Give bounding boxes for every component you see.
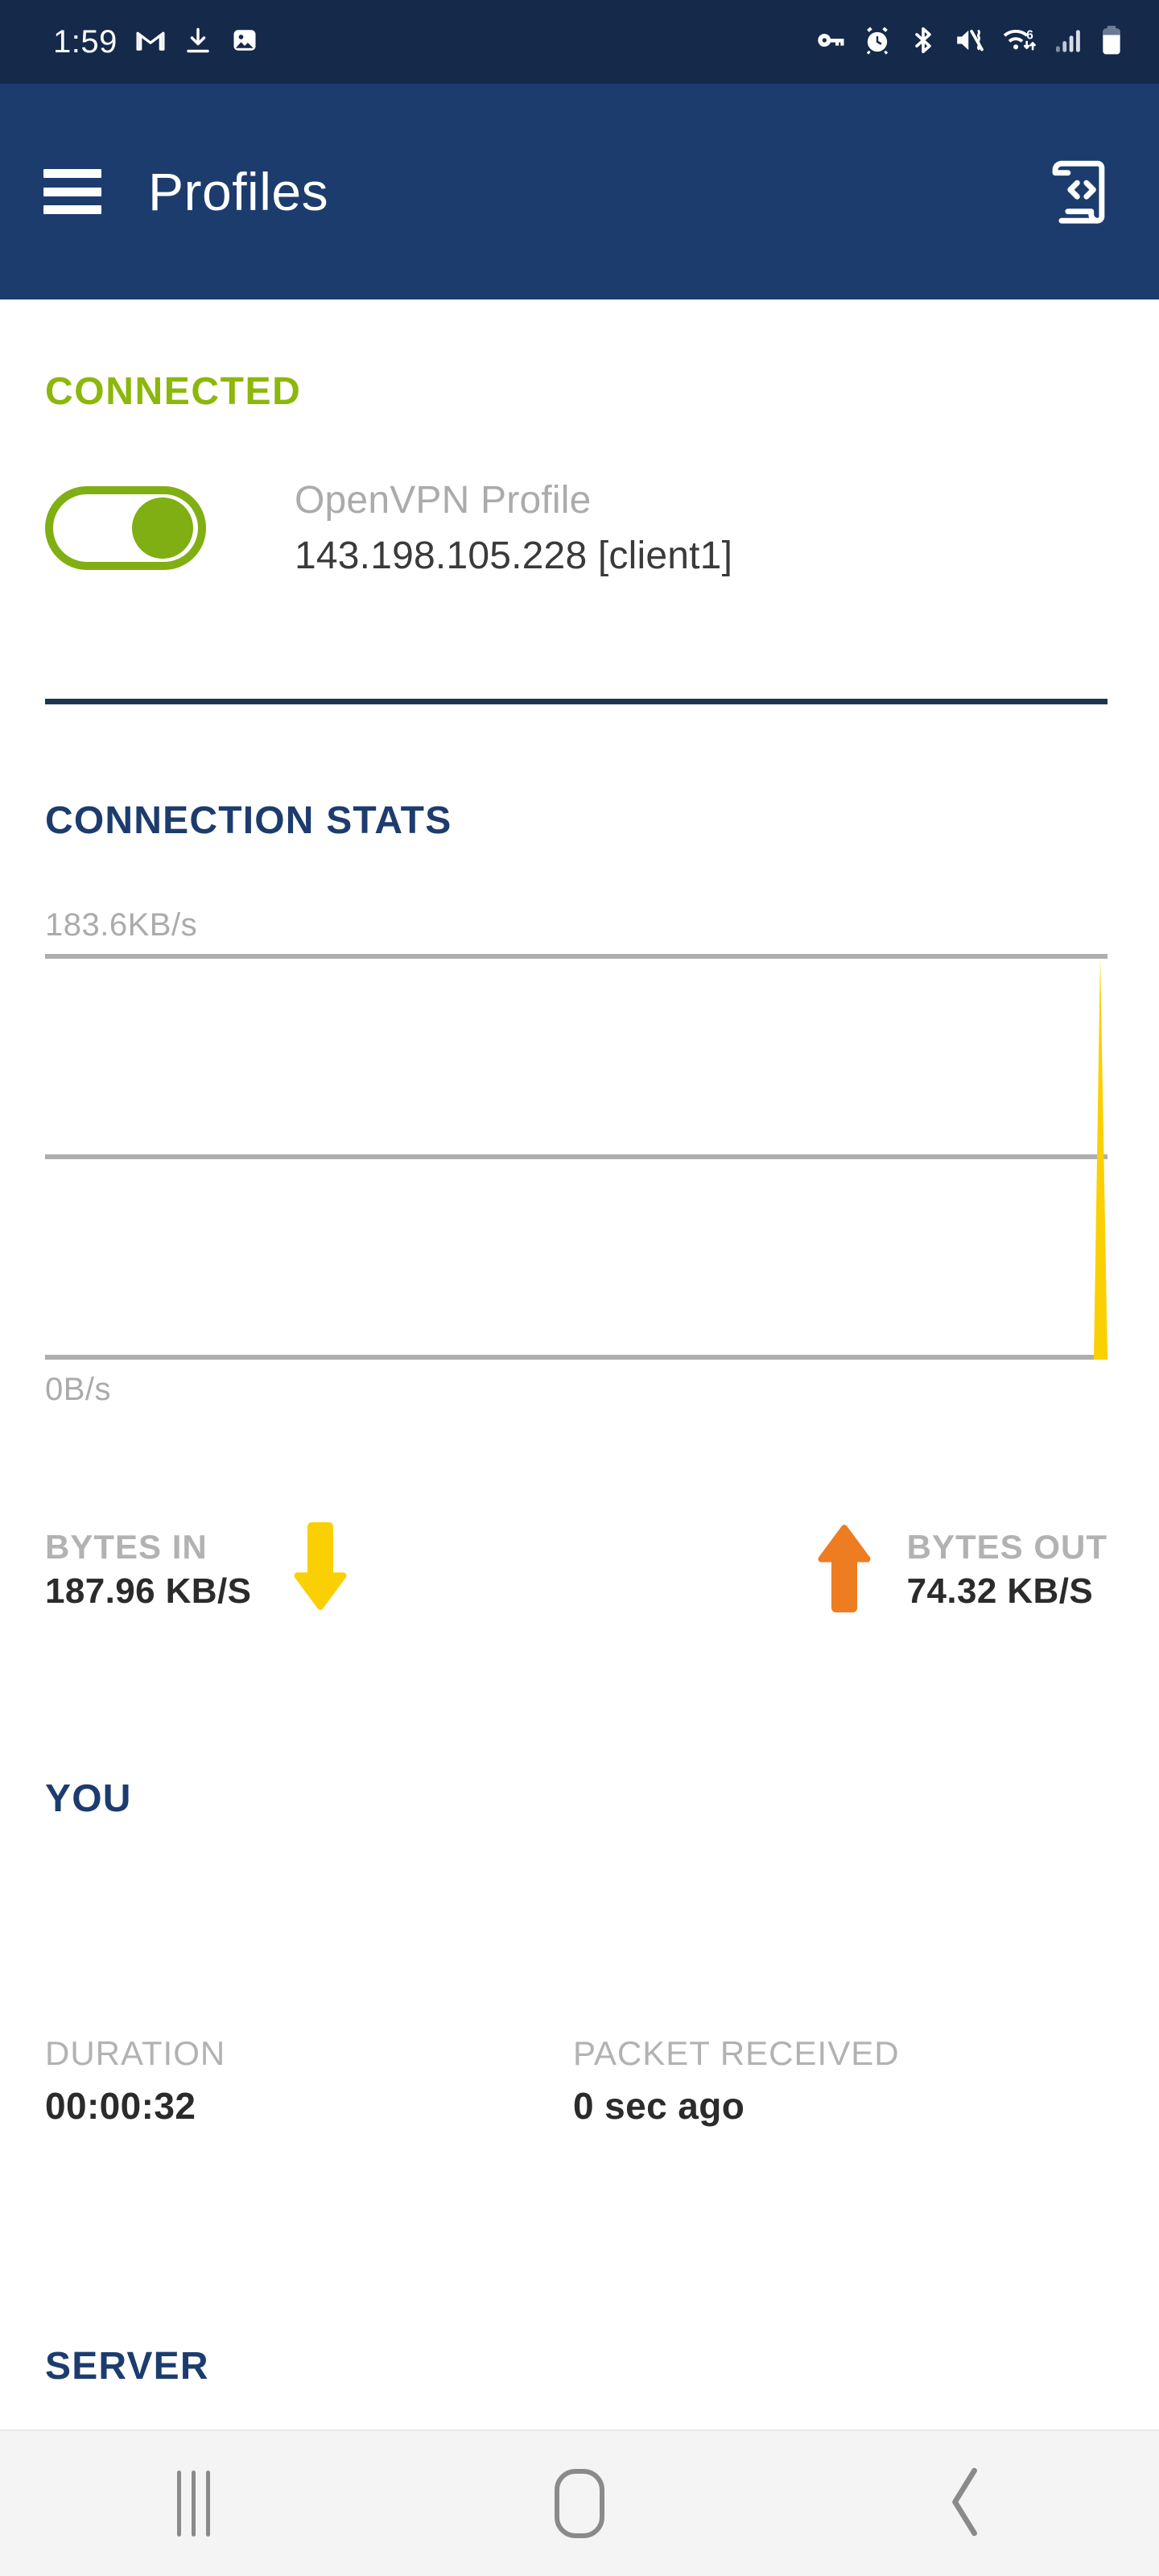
bytes-row: BYTES IN 187.96 KB/S BYTES OUT 74.32 KB/… — [45, 1519, 1107, 1648]
recents-icon — [176, 2471, 210, 2537]
alarm-icon — [861, 24, 893, 60]
vpn-key-icon — [813, 23, 847, 61]
bluetooth-icon — [908, 25, 938, 60]
import-profile-icon[interactable] — [1037, 151, 1117, 232]
bytes-out-value: 74.32 KB/S — [906, 1571, 1094, 1611]
server-heading: SERVER — [45, 2345, 209, 2388]
status-bar: 1:59 6 — [0, 0, 1159, 84]
status-bar-left: 1:59 — [53, 24, 259, 60]
connection-stats-heading: CONNECTION STATS — [45, 799, 452, 842]
chart-series-area — [1094, 956, 1107, 1360]
you-heading: YOU — [45, 1777, 132, 1820]
bytes-out-block: BYTES OUT 74.32 KB/S — [812, 1519, 1107, 1620]
phone-screen: 1:59 6 Profiles CONNECTED OpenVPN Profil… — [0, 0, 1159, 2576]
app-bar: Profiles — [0, 84, 1159, 299]
connection-status: CONNECTED — [45, 370, 302, 413]
chart-plot-area — [45, 954, 1107, 1360]
bytes-in-block: BYTES IN 187.96 KB/S — [45, 1519, 353, 1620]
svg-text:6: 6 — [1026, 28, 1033, 42]
status-bar-right: 6 — [813, 23, 1124, 61]
bytes-out-label: BYTES OUT — [906, 1527, 1107, 1566]
upload-arrow-icon — [812, 1519, 876, 1620]
bytes-in-label: BYTES IN — [45, 1527, 208, 1566]
chart-area-path — [1094, 956, 1107, 1360]
toggle-knob — [132, 497, 193, 559]
main-content: CONNECTED OpenVPN Profile 143.198.105.22… — [0, 299, 1159, 2429]
profile-name: OpenVPN Profile — [295, 479, 592, 522]
throughput-chart: 183.6KB/s 0B/s — [45, 907, 1107, 1410]
system-nav-bar — [0, 2429, 1159, 2576]
gmail-icon — [135, 25, 166, 60]
profile-text: OpenVPN Profile 143.198.105.228 [client1… — [295, 478, 732, 578]
nav-back-button[interactable] — [885, 2430, 1046, 2576]
back-chevron-icon — [945, 2465, 987, 2543]
download-arrow-icon — [288, 1519, 353, 1620]
packet-received-label: PACKET RECEIVED — [573, 2034, 900, 2072]
section-divider — [45, 699, 1107, 704]
profile-row: OpenVPN Profile 143.198.105.228 [client1… — [45, 478, 1107, 578]
home-icon — [555, 2469, 604, 2538]
duration-value: 00:00:32 — [45, 2085, 196, 2127]
hamburger-menu-icon[interactable] — [43, 169, 101, 214]
mute-vibrate-icon — [953, 23, 987, 61]
bytes-in-value: 187.96 KB/S — [45, 1571, 252, 1611]
wifi-6-icon: 6 — [1001, 23, 1038, 61]
nav-recents-button[interactable] — [113, 2430, 274, 2576]
bytes-out-text: BYTES OUT 74.32 KB/S — [907, 1528, 1107, 1612]
bytes-in-text: BYTES IN 187.96 KB/S — [45, 1528, 251, 1612]
packet-received-block: PACKET RECEIVED 0 sec ago — [573, 2034, 900, 2128]
nav-home-button[interactable] — [499, 2430, 660, 2576]
image-icon — [230, 26, 259, 59]
profile-address: 143.198.105.228 [client1] — [295, 535, 733, 577]
status-clock: 1:59 — [53, 23, 118, 60]
chart-y-min-label: 0B/s — [45, 1372, 112, 1407]
chart-y-max-label: 183.6KB/s — [45, 907, 198, 943]
signal-bars-icon — [1053, 24, 1085, 60]
vpn-connection-toggle[interactable] — [45, 486, 206, 570]
duration-label: DURATION — [45, 2034, 226, 2072]
page-title: Profiles — [148, 162, 329, 221]
download-icon — [184, 26, 212, 59]
duration-block: DURATION 00:00:32 — [45, 2034, 225, 2128]
packet-received-value: 0 sec ago — [573, 2085, 745, 2127]
battery-icon — [1099, 24, 1124, 60]
